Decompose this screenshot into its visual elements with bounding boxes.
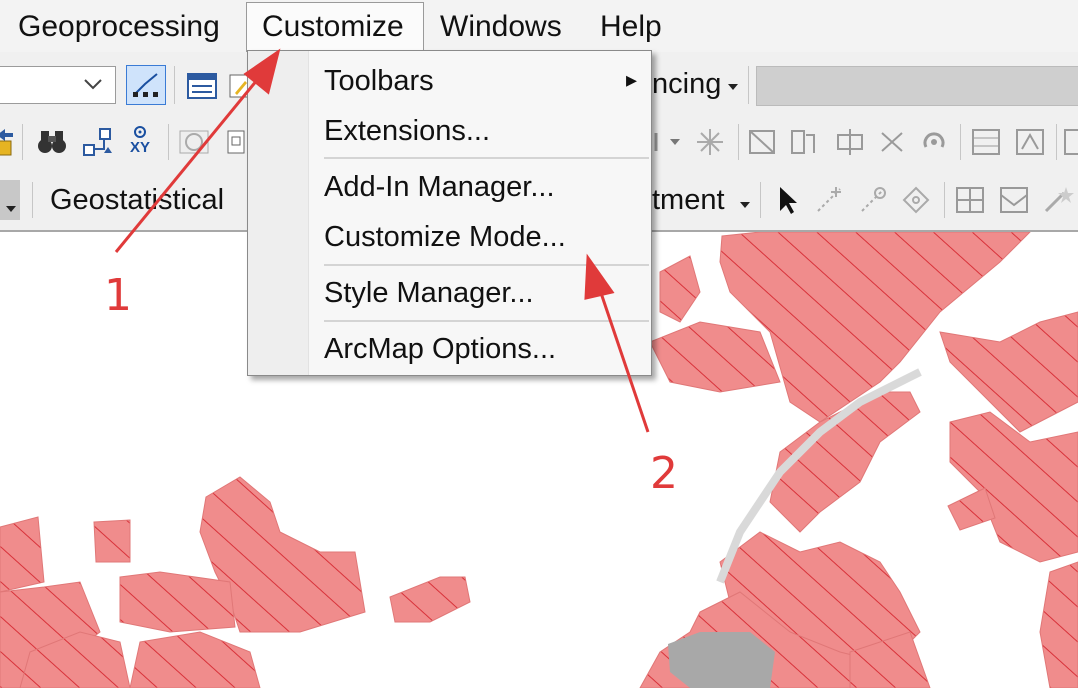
arrow-to-customize-mode bbox=[598, 289, 650, 433]
annotation-number-1: 1 bbox=[104, 270, 132, 321]
arrow-to-customize bbox=[114, 73, 264, 253]
annotation-layer bbox=[114, 48, 650, 433]
arrowhead-2 bbox=[584, 253, 615, 300]
annotation-number-2: 2 bbox=[650, 448, 678, 499]
